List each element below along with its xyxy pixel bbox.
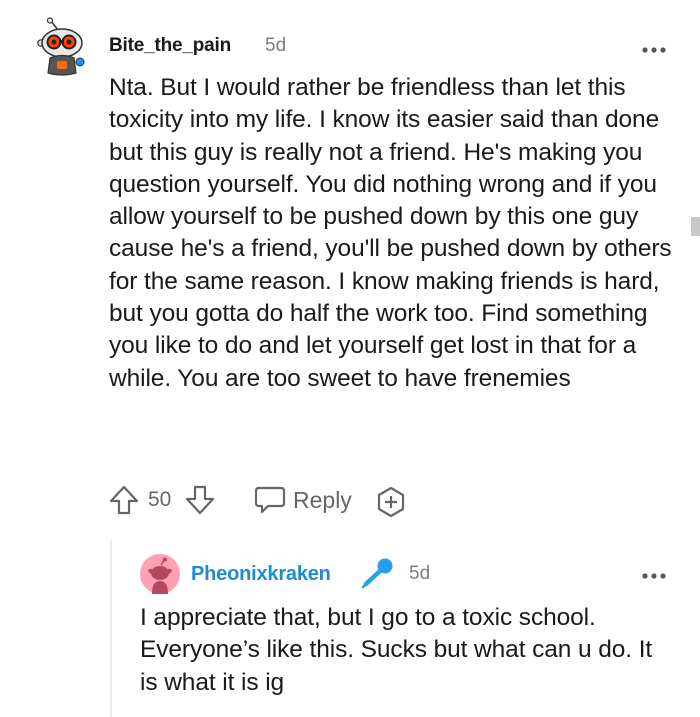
reply-body: I appreciate that, but I go to a toxic s… — [140, 604, 653, 696]
vote-score: 50 — [148, 488, 172, 511]
thread-line[interactable] — [110, 540, 112, 717]
comment-timestamp: 5d — [265, 35, 287, 56]
comment-body: Nta. But I would rather be friendless th… — [109, 74, 672, 392]
more-options-icon[interactable] — [641, 41, 667, 53]
comment-username[interactable]: Bite_the_pain — [109, 35, 231, 57]
speech-bubble-icon[interactable] — [254, 486, 286, 514]
reply-user-avatar[interactable] — [140, 554, 180, 594]
reply-more-options-icon[interactable] — [641, 567, 667, 579]
upvote-icon[interactable] — [109, 484, 139, 516]
scrollbar-thumb[interactable] — [691, 217, 700, 236]
reply-username[interactable]: Pheonixkraken — [191, 563, 331, 586]
default-snoo-avatar-icon — [140, 554, 180, 594]
downvote-icon[interactable] — [185, 484, 215, 516]
microphone-icon — [361, 557, 395, 589]
reply-button[interactable]: Reply — [293, 487, 352, 514]
user-avatar[interactable] — [36, 17, 88, 77]
reply-timestamp: 5d — [409, 563, 431, 584]
robot-snoo-avatar-icon — [37, 17, 85, 76]
award-plus-icon[interactable] — [375, 486, 407, 518]
